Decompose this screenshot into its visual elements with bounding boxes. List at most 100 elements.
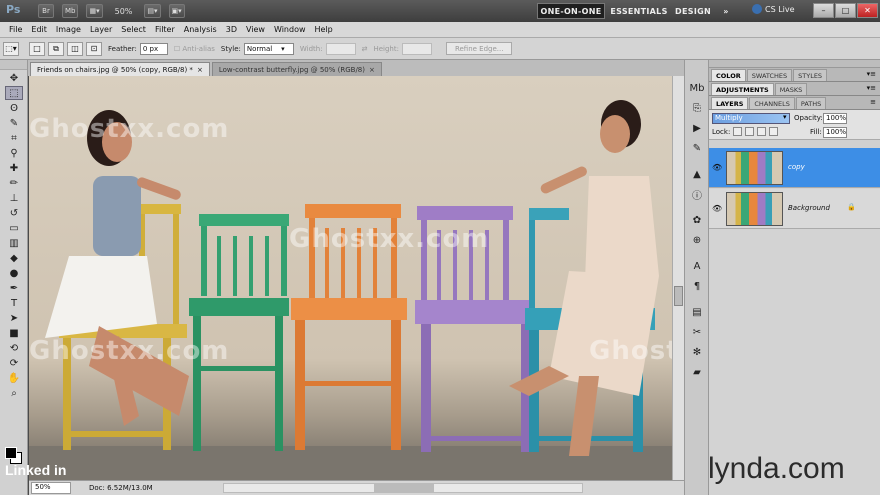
new-selection-icon[interactable]: □ (29, 41, 45, 56)
antialias-checkbox[interactable]: ☐ Anti-alias (174, 45, 215, 53)
character-icon[interactable]: A (689, 258, 705, 274)
opacity-input[interactable]: 100% (823, 113, 847, 124)
healing-brush-tool-icon[interactable]: ✚ (5, 161, 23, 175)
layer-row-copy[interactable]: 👁 copy (709, 148, 880, 188)
tool-presets-icon[interactable]: ✂ (689, 324, 705, 340)
move-tool-icon[interactable]: ✥ (5, 71, 23, 85)
workspace-one-on-one[interactable]: ONE-ON-ONE (537, 3, 605, 19)
tab-close-icon[interactable]: × (197, 66, 203, 74)
crop-tool-icon[interactable]: ⌗ (5, 131, 23, 145)
tab-low-contrast-butterfly[interactable]: Low-contrast butterfly.jpg @ 50% (RGB/8)… (211, 62, 382, 76)
menu-select[interactable]: Select (121, 25, 146, 34)
blend-mode-select[interactable]: Multiply (712, 113, 790, 124)
lock-transparency-icon[interactable] (733, 127, 742, 136)
arrange-documents-button[interactable]: ▤▾ (144, 4, 161, 18)
workspace-design[interactable]: DESIGN (673, 3, 713, 19)
layer-row-background[interactable]: 👁 Background 🔒 (709, 189, 880, 229)
more-workspaces-button[interactable]: » (719, 3, 733, 19)
tab-paths[interactable]: PATHS (795, 97, 827, 109)
blur-tool-icon[interactable]: ◆ (5, 251, 23, 265)
feather-input[interactable]: 0 px (139, 42, 168, 55)
workspace-essentials[interactable]: ESSENTIALS (610, 3, 668, 19)
zoom-level[interactable]: 50% (115, 7, 133, 16)
width-input[interactable] (325, 42, 356, 55)
animation-icon[interactable]: ▰ (689, 364, 705, 380)
dodge-tool-icon[interactable]: ● (5, 266, 23, 280)
tab-layers[interactable]: LAYERS (711, 97, 749, 109)
horizontal-scrollbar[interactable] (222, 483, 583, 493)
bridge-button[interactable]: Br (38, 4, 54, 18)
document-size-info[interactable]: Doc: 6.52M/13.0M (89, 484, 153, 492)
lock-all-icon[interactable] (769, 127, 778, 136)
actions-icon[interactable]: ▶ (689, 120, 705, 136)
shape-tool-icon[interactable]: ■ (5, 326, 23, 340)
panel-menu-icon[interactable]: ▾≡ (867, 84, 876, 92)
marquee-tool-icon[interactable]: ⬚ (5, 86, 23, 100)
menu-filter[interactable]: Filter (155, 25, 175, 34)
quick-selection-tool-icon[interactable]: ✎ (5, 116, 23, 130)
tab-styles[interactable]: STYLES (793, 69, 828, 81)
menu-3d[interactable]: 3D (226, 25, 237, 34)
eyedropper-tool-icon[interactable]: ⚲ (5, 146, 23, 160)
chevron-down-icon[interactable]: ▾ (783, 113, 787, 121)
hand-tool-icon[interactable]: ✋ (5, 371, 23, 385)
tab-friends-on-chairs[interactable]: Friends on chairs.jpg @ 50% (copy, RGB/8… (30, 62, 210, 76)
info-icon[interactable]: ⓘ (689, 186, 705, 202)
swap-icon[interactable]: ⇄ (362, 45, 368, 53)
menu-window[interactable]: Window (274, 25, 306, 34)
menu-view[interactable]: View (246, 25, 265, 34)
eye-icon[interactable]: 👁 (712, 204, 722, 213)
marquee-preset-icon[interactable]: ⬚▾ (3, 41, 19, 56)
history-brush-tool-icon[interactable]: ↺ (5, 206, 23, 220)
lock-image-icon[interactable] (745, 127, 754, 136)
3d-icon[interactable]: ✻ (689, 344, 705, 360)
fill-input[interactable]: 100% (823, 127, 847, 138)
tab-close-icon[interactable]: × (369, 66, 375, 74)
pen-tool-icon[interactable]: ✒ (5, 281, 23, 295)
lock-position-icon[interactable] (757, 127, 766, 136)
style-select[interactable]: Normal ▾ (243, 42, 294, 55)
menu-layer[interactable]: Layer (90, 25, 112, 34)
menu-help[interactable]: Help (315, 25, 333, 34)
brush-tool-icon[interactable]: ✏ (5, 176, 23, 190)
tab-swatches[interactable]: SWATCHES (746, 69, 793, 81)
histogram-icon[interactable]: ▲ (689, 166, 705, 182)
scroll-thumb[interactable] (674, 286, 683, 306)
zoom-tool-icon[interactable]: ⌕ (5, 386, 23, 400)
intersect-selection-icon[interactable]: ⊡ (86, 41, 102, 56)
path-selection-tool-icon[interactable]: ➤ (5, 311, 23, 325)
mini-bridge-button[interactable]: Mb (62, 4, 79, 18)
tab-masks[interactable]: MASKS (774, 83, 808, 95)
lasso-tool-icon[interactable]: ʘ (5, 101, 23, 115)
tab-channels[interactable]: CHANNELS (749, 97, 795, 109)
screen-mode-button[interactable]: ▣▾ (168, 4, 185, 18)
gradient-tool-icon[interactable]: ▥ (5, 236, 23, 250)
add-selection-icon[interactable]: ⧉ (48, 41, 64, 56)
height-input[interactable] (401, 42, 432, 55)
minibridge-icon[interactable]: Mb (689, 80, 705, 96)
vertical-scrollbar[interactable] (672, 76, 684, 480)
zoom-field[interactable]: 50% (31, 482, 71, 494)
foreground-color-swatch[interactable] (5, 447, 17, 459)
tab-adjustments[interactable]: ADJUSTMENTS (711, 83, 774, 95)
panel-menu-icon[interactable]: ▾≡ (867, 70, 876, 78)
paragraph-icon[interactable]: ¶ (689, 278, 705, 294)
menu-edit[interactable]: Edit (31, 25, 47, 34)
tab-color[interactable]: COLOR (711, 69, 746, 81)
eraser-tool-icon[interactable]: ▭ (5, 221, 23, 235)
menu-file[interactable]: File (9, 25, 22, 34)
cs-live-button[interactable]: CS Live (752, 4, 795, 14)
clone-source-icon[interactable]: ⊕ (689, 232, 705, 248)
menu-analysis[interactable]: Analysis (184, 25, 217, 34)
type-tool-icon[interactable]: T (5, 296, 23, 310)
eye-icon[interactable]: 👁 (712, 163, 722, 172)
document-canvas[interactable]: Ghostxx.com Ghostxx.com Ghostxx.com Ghos… (29, 76, 672, 480)
panel-menu-icon[interactable]: ≡ (870, 98, 876, 106)
scroll-thumb[interactable] (373, 484, 434, 492)
view-extras-button[interactable]: ▦▾ (86, 4, 103, 18)
refine-edge-button[interactable]: Refine Edge... (445, 42, 513, 55)
toolbox-grip[interactable] (0, 60, 27, 70)
history-icon[interactable]: ⎘ (689, 100, 705, 116)
3d-rotate-tool-icon[interactable]: ⟲ (5, 341, 23, 355)
3d-orbit-tool-icon[interactable]: ⟳ (5, 356, 23, 370)
